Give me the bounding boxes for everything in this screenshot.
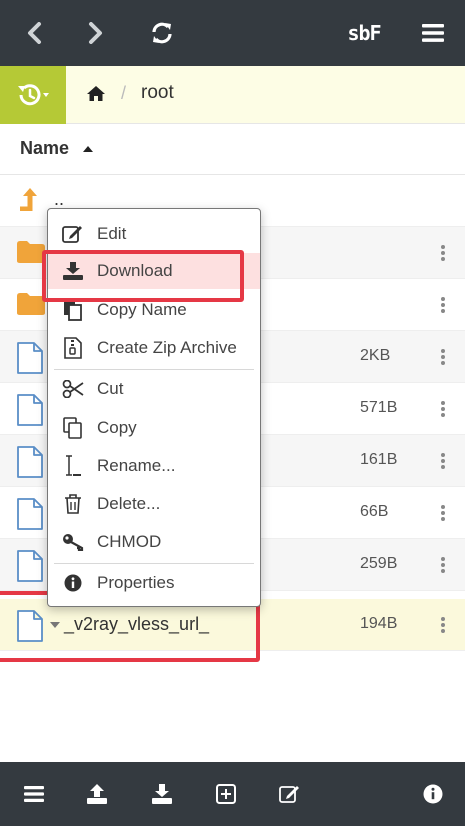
scissors-icon <box>62 378 84 400</box>
copy-name-icon <box>62 299 84 321</box>
row-actions-button[interactable] <box>439 617 447 635</box>
back-button[interactable] <box>10 0 58 66</box>
home-icon <box>87 86 105 101</box>
menu-item-label: CHMOD <box>97 532 162 551</box>
forward-button[interactable] <box>72 0 120 66</box>
top-toolbar: sbF <box>0 0 465 66</box>
file-icon <box>17 498 43 530</box>
zip-icon <box>62 337 84 359</box>
file-size: 571B <box>360 399 398 416</box>
breadcrumb-separator: / <box>121 83 127 103</box>
file-size: 259B <box>360 555 398 572</box>
menu-separator <box>54 563 254 564</box>
menu-item-label: Edit <box>97 224 127 243</box>
menu-item-chmod[interactable]: CHMOD <box>48 524 260 560</box>
row-actions-button[interactable] <box>439 349 447 367</box>
refresh-icon <box>152 22 172 44</box>
main-menu-button[interactable] <box>410 0 456 66</box>
brand-logo: sbF <box>336 0 392 66</box>
breadcrumb: / root <box>0 66 465 124</box>
bottom-toolbar <box>0 762 465 826</box>
menu-separator <box>54 369 254 370</box>
chevron-right-icon <box>89 22 102 44</box>
info-icon <box>62 572 84 594</box>
sort-ascending-icon <box>83 146 93 152</box>
menu-item-label: Properties <box>97 573 175 592</box>
parent-directory-label: .. <box>54 189 65 209</box>
new-item-button[interactable] <box>204 762 248 826</box>
row-actions-button[interactable] <box>439 505 447 523</box>
chevron-left-icon <box>28 22 41 44</box>
menu-item-properties[interactable]: Properties <box>48 565 260 601</box>
menu-icon <box>24 786 44 802</box>
trash-icon <box>62 493 84 515</box>
refresh-button[interactable] <box>138 0 186 66</box>
upload-icon <box>87 784 107 804</box>
row-actions-button[interactable] <box>439 557 447 575</box>
info-button[interactable] <box>411 762 455 826</box>
edit-icon <box>62 223 84 245</box>
breadcrumb-current[interactable]: root <box>141 82 174 104</box>
menu-item-label: Create Zip Archive <box>97 338 237 357</box>
file-size: 194B <box>360 615 398 632</box>
row-actions-button[interactable] <box>439 297 447 315</box>
level-up-icon <box>20 188 37 211</box>
file-size: 66B <box>360 503 389 520</box>
file-size: 161B <box>360 451 398 468</box>
new-item-icon <box>216 784 236 804</box>
menu-item-label: Copy Name <box>97 300 187 319</box>
menu-item-label: Cut <box>97 379 124 398</box>
download-button[interactable] <box>140 762 184 826</box>
menu-item-delete[interactable]: Delete... <box>48 486 260 522</box>
name-column-header[interactable]: Name <box>20 138 69 159</box>
key-icon <box>62 531 84 553</box>
edit-icon <box>279 786 299 803</box>
menu-item-cut[interactable]: Cut <box>48 371 260 407</box>
history-button[interactable] <box>0 66 66 124</box>
menu-item-label: Rename... <box>97 456 176 475</box>
hamburger-icon <box>422 24 444 42</box>
column-header: Name <box>0 124 465 175</box>
file-icon <box>17 550 43 582</box>
text-cursor-icon <box>62 455 84 477</box>
menu-item-label: Copy <box>97 418 137 437</box>
file-icon <box>17 446 43 478</box>
file-icon <box>17 342 43 374</box>
menu-item-copy[interactable]: Copy <box>48 410 260 446</box>
brand-text: sbF <box>347 21 381 45</box>
upload-button[interactable] <box>75 762 119 826</box>
download-icon <box>152 784 172 804</box>
menu-item-label: Delete... <box>97 494 161 513</box>
row-actions-button[interactable] <box>439 453 447 471</box>
menu-item-edit[interactable]: Edit <box>48 216 260 252</box>
home-link[interactable] <box>86 85 106 107</box>
menu-button[interactable] <box>12 762 56 826</box>
file-icon <box>17 394 43 426</box>
row-actions-button[interactable] <box>439 245 447 263</box>
edit-button[interactable] <box>268 762 312 826</box>
menu-item-rename[interactable]: Rename... <box>48 448 260 484</box>
file-size: 2KB <box>360 347 391 364</box>
download-highlight <box>42 250 244 302</box>
row-actions-button[interactable] <box>439 401 447 419</box>
menu-item-create-zip[interactable]: Create Zip Archive <box>48 330 260 366</box>
info-icon <box>423 784 443 804</box>
history-icon <box>18 84 49 106</box>
copy-icon <box>62 417 84 439</box>
